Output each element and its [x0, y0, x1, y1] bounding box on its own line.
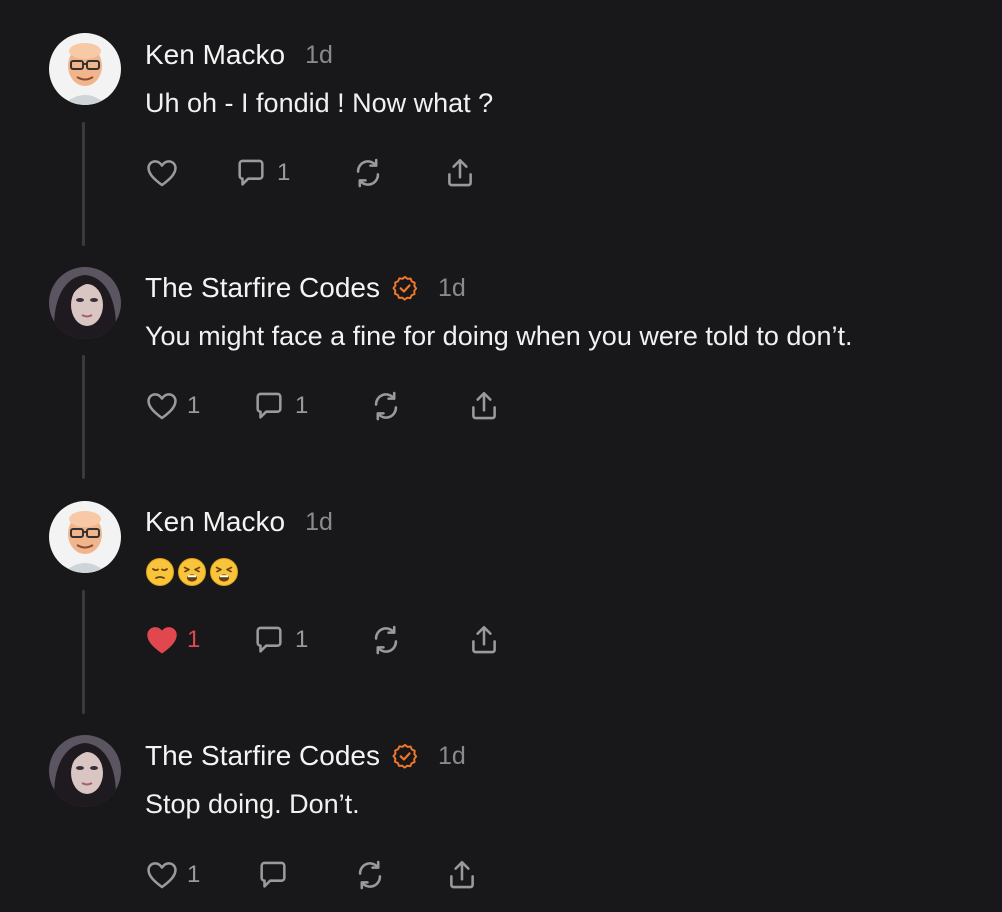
comment-icon — [260, 861, 286, 888]
author-name[interactable]: Ken Macko — [145, 39, 285, 71]
repost-button[interactable] — [353, 858, 445, 892]
like-count: 1 — [187, 861, 201, 888]
repost-icon — [374, 391, 398, 421]
reply-button[interactable]: 1 — [233, 156, 351, 190]
share-button[interactable] — [445, 858, 479, 892]
comment-thread: Ken Macko 1d Uh oh - I fondid ! Now what… — [0, 0, 1002, 912]
like-count: 1 — [187, 392, 201, 419]
author-name[interactable]: Ken Macko — [145, 506, 285, 538]
like-button[interactable]: 1 — [145, 858, 255, 892]
repost-button[interactable] — [351, 156, 443, 190]
reply-button[interactable] — [255, 858, 353, 892]
comment-header: The Starfire Codes 1d — [145, 269, 466, 307]
comment-header: Ken Macko 1d — [145, 36, 333, 74]
comment-text: Stop doing. Don’t. — [145, 789, 360, 819]
reply-button[interactable]: 1 — [251, 623, 369, 657]
avatar[interactable] — [49, 33, 121, 105]
comment-text: You might face a fine for doing when you… — [145, 321, 853, 351]
comment-icon — [256, 392, 282, 419]
comment-text: 😔😩😩 — [145, 557, 239, 587]
comment-header: The Starfire Codes 1d — [145, 737, 466, 775]
thread-connector — [82, 355, 85, 479]
comment-icon — [256, 626, 282, 653]
thread-connector — [82, 590, 85, 714]
comment-header: Ken Macko 1d — [145, 503, 333, 541]
avatar[interactable] — [49, 501, 121, 573]
reply-count: 1 — [295, 626, 309, 653]
reply-count: 1 — [295, 392, 309, 419]
weary-face-emoji-icon — [178, 558, 206, 586]
action-bar: 1 — [145, 855, 479, 895]
repost-button[interactable] — [369, 389, 467, 423]
repost-icon — [358, 860, 382, 890]
reply-button[interactable]: 1 — [251, 389, 369, 423]
verified-badge-icon — [392, 275, 418, 301]
comment-icon — [238, 159, 264, 186]
timestamp[interactable]: 1d — [438, 742, 466, 771]
repost-icon — [374, 625, 398, 655]
share-button[interactable] — [467, 389, 501, 423]
thread-connector — [82, 122, 85, 246]
heart-filled-icon — [147, 627, 177, 654]
author-name[interactable]: The Starfire Codes — [145, 740, 380, 772]
action-bar: 1 1 — [145, 620, 501, 660]
like-button[interactable]: 1 — [145, 623, 251, 657]
like-button[interactable]: 1 — [145, 389, 251, 423]
heart-icon — [147, 393, 177, 420]
share-icon — [448, 158, 472, 187]
timestamp[interactable]: 1d — [305, 508, 333, 537]
repost-button[interactable] — [369, 623, 467, 657]
weary-face-emoji-icon — [210, 558, 238, 586]
reply-count: 1 — [277, 159, 291, 186]
share-button[interactable] — [443, 156, 477, 190]
author-name[interactable]: The Starfire Codes — [145, 272, 380, 304]
verified-badge-icon — [392, 743, 418, 769]
avatar[interactable] — [49, 735, 121, 807]
repost-icon — [356, 158, 380, 188]
action-bar: 1 — [145, 153, 477, 193]
action-bar: 1 1 — [145, 386, 501, 426]
share-icon — [472, 391, 496, 420]
share-icon — [472, 625, 496, 654]
timestamp[interactable]: 1d — [305, 41, 333, 70]
like-count: 1 — [187, 626, 201, 653]
share-button[interactable] — [467, 623, 501, 657]
heart-icon — [147, 160, 177, 187]
avatar[interactable] — [49, 267, 121, 339]
pensive-face-emoji-icon — [146, 558, 174, 586]
heart-icon — [147, 862, 177, 889]
share-icon — [450, 860, 474, 889]
like-button[interactable] — [145, 156, 233, 190]
comment-text: Uh oh - I fondid ! Now what ? — [145, 88, 494, 118]
timestamp[interactable]: 1d — [438, 274, 466, 303]
